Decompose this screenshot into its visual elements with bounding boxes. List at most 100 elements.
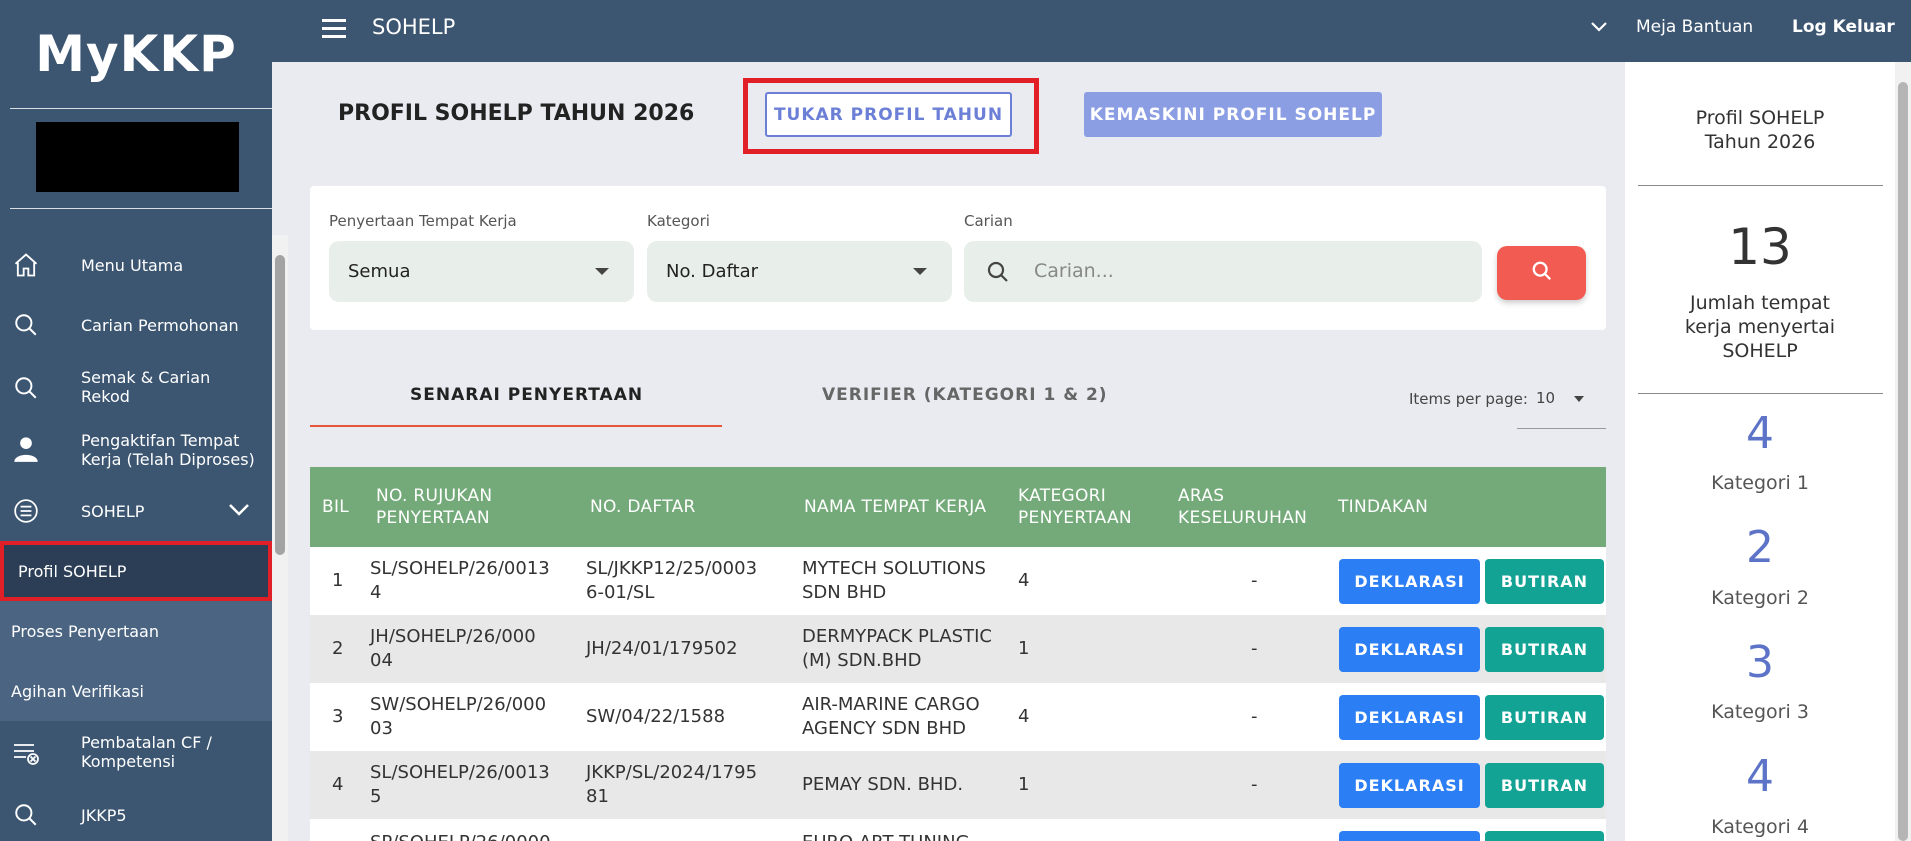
search-label: Carian — [964, 212, 1013, 230]
cell-name: AIR-MARINE CARGO — [802, 694, 980, 715]
submenu-item-profil-sohelp[interactable]: Profil SOHELP — [0, 541, 272, 601]
app-logo[interactable]: MyKKP — [0, 0, 272, 108]
dropdown-caret-icon[interactable] — [1574, 396, 1584, 402]
cell-reg: JH/24/01/179502 — [586, 638, 738, 659]
submenu-item-label: Proses Penyertaan — [11, 621, 159, 641]
cell-ref: 03 — [370, 718, 393, 739]
search-button[interactable] — [1497, 246, 1586, 300]
page-scrollbar-thumb[interactable] — [1898, 82, 1908, 841]
participation-select[interactable]: Semua — [329, 241, 634, 302]
sidebar-item-sohelp[interactable]: SOHELP — [0, 493, 272, 529]
cell-name: SDN BHD — [802, 582, 887, 603]
items-per-page-label: Items per page: — [1409, 390, 1528, 408]
sidebar-item-label: Pembatalan CF / Kompetensi — [81, 733, 212, 771]
category-1-count: 4 — [1746, 408, 1774, 459]
cell-reg: 81 — [586, 786, 609, 807]
declare-button[interactable] — [1339, 831, 1480, 841]
category-label: Kategori — [647, 212, 710, 230]
column-header: NO. DAFTAR — [590, 497, 696, 517]
category-value: No. Daftar — [666, 261, 759, 282]
cell-ref: SL/SOHELP/26/0013 — [370, 558, 550, 579]
declare-button[interactable]: DEKLARASI — [1339, 763, 1480, 808]
details-button[interactable]: BUTIRAN — [1485, 627, 1604, 672]
items-per-page-select[interactable]: 10 — [1536, 389, 1555, 407]
cell-category: 4 — [1018, 706, 1030, 727]
submenu-item-label: Profil SOHELP — [18, 561, 127, 581]
sidebar-item-label: Carian Permohonan — [81, 315, 239, 335]
sidebar-scrollbar[interactable] — [272, 235, 288, 841]
summary-total: 13 — [1728, 218, 1792, 276]
sidebar-item-pengaktifan[interactable]: Pengaktifan Tempat Kerja (Telah Diproses… — [0, 431, 272, 471]
column-header: TINDAKAN — [1338, 497, 1429, 517]
update-profile-button[interactable]: KEMASKINI PROFIL SOHELP — [1084, 92, 1382, 137]
cell-ref: SP/SOHELP/26/0000 — [370, 831, 551, 841]
redacted-user-info — [36, 122, 239, 192]
search-icon — [1531, 260, 1553, 286]
sidebar-item-jkkp5[interactable]: JKKP5 — [0, 797, 272, 833]
cell-name: MYTECH SOLUTIONS — [802, 558, 986, 579]
cell-ref: JH/SOHELP/26/000 — [370, 626, 536, 647]
category-select[interactable]: No. Daftar — [647, 241, 952, 302]
cell-name: AGENCY SDN BHD — [802, 718, 966, 739]
summary-desc-line: SOHELP — [1722, 340, 1798, 362]
user-icon — [12, 435, 40, 463]
cell-name: PEMAY SDN. BHD. — [802, 774, 964, 795]
participation-value: Semua — [348, 261, 411, 282]
change-profile-year-button[interactable]: TUKAR PROFIL TAHUN — [765, 92, 1012, 137]
summary-desc-line: kerja menyertai — [1684, 316, 1836, 338]
cell-name: DERMYPACK PLASTIC — [802, 626, 992, 647]
details-button[interactable]: BUTIRAN — [1485, 695, 1604, 740]
sidebar-item-semak-carian[interactable]: Semak & Carian Rekod — [0, 368, 272, 408]
cell-bil: 1 — [332, 570, 344, 591]
cell-reg: 6-01/SL — [586, 582, 655, 603]
column-header: NAMA TEMPAT KERJA — [804, 497, 987, 517]
items-per-page-underline — [1517, 428, 1606, 429]
cell-category: 1 — [1018, 774, 1030, 795]
cell-name: EURO ART TUNING — [802, 831, 970, 841]
search-input[interactable]: Carian... — [964, 241, 1482, 302]
details-button[interactable]: BUTIRAN — [1485, 559, 1604, 604]
filter-card: Penyertaan Tempat Kerja Semua Kategori N… — [310, 186, 1606, 330]
cell-level: - — [1251, 570, 1258, 591]
summary-title-line: Tahun 2026 — [1704, 131, 1816, 153]
hamburger-menu-icon[interactable] — [322, 19, 346, 39]
help-desk-link[interactable]: Meja Bantuan — [1636, 17, 1753, 37]
logout-link[interactable]: Log Keluar — [1792, 17, 1895, 37]
cancel-list-icon — [12, 739, 40, 767]
cell-category: 4 — [1018, 570, 1030, 591]
sidebar-item-carian-permohonan[interactable]: Carian Permohonan — [0, 307, 272, 343]
cell-level: - — [1251, 638, 1258, 659]
declare-button[interactable]: DEKLARASI — [1339, 559, 1480, 604]
chevron-down-icon[interactable] — [1590, 17, 1608, 39]
table-row: 2 JH/SOHELP/26/000 04 JH/24/01/179502 DE… — [310, 615, 1606, 683]
dropdown-caret-icon — [913, 268, 927, 275]
category-4-count: 4 — [1746, 751, 1774, 802]
cell-level: - — [1251, 774, 1258, 795]
declare-button[interactable]: DEKLARASI — [1339, 695, 1480, 740]
details-button[interactable] — [1485, 831, 1604, 841]
declare-button[interactable]: DEKLARASI — [1339, 627, 1480, 672]
table-row: 3 SW/SOHELP/26/000 03 SW/04/22/1588 AIR-… — [310, 683, 1606, 751]
tab-verifier[interactable]: VERIFIER (KATEGORI 1 & 2) — [822, 385, 1108, 405]
summary-title-line: Profil SOHELP — [1695, 107, 1825, 129]
header-title: SOHELP — [372, 15, 456, 39]
home-icon — [12, 251, 40, 279]
summary-divider — [1638, 393, 1883, 394]
details-button[interactable]: BUTIRAN — [1485, 763, 1604, 808]
chevron-down-icon[interactable] — [228, 502, 250, 521]
submenu-item-proses-penyertaan[interactable]: Proses Penyertaan — [0, 601, 272, 661]
sidebar: MyKKP Menu Utama Carian Permohonan Semak… — [0, 0, 272, 841]
category-4-label: Kategori 4 — [1711, 816, 1809, 838]
page-scrollbar[interactable] — [1895, 62, 1911, 841]
table-row: 4 SL/SOHELP/26/0013 5 JKKP/SL/2024/1795 … — [310, 751, 1606, 819]
submenu-item-agihan-verifikasi[interactable]: Agihan Verifikasi — [0, 661, 272, 721]
cell-ref: SL/SOHELP/26/0013 — [370, 762, 550, 783]
cell-bil: 4 — [332, 774, 344, 795]
sidebar-item-label: Semak & Carian Rekod — [81, 368, 211, 406]
sidebar-scrollbar-thumb[interactable] — [275, 255, 285, 555]
submenu-item-label: Agihan Verifikasi — [11, 681, 144, 701]
cell-level: - — [1251, 706, 1258, 727]
tab-senarai-penyertaan[interactable]: SENARAI PENYERTAAN — [410, 385, 643, 405]
sidebar-item-menu-utama[interactable]: Menu Utama — [0, 247, 272, 283]
sidebar-item-pembatalan[interactable]: Pembatalan CF / Kompetensi — [0, 733, 272, 773]
